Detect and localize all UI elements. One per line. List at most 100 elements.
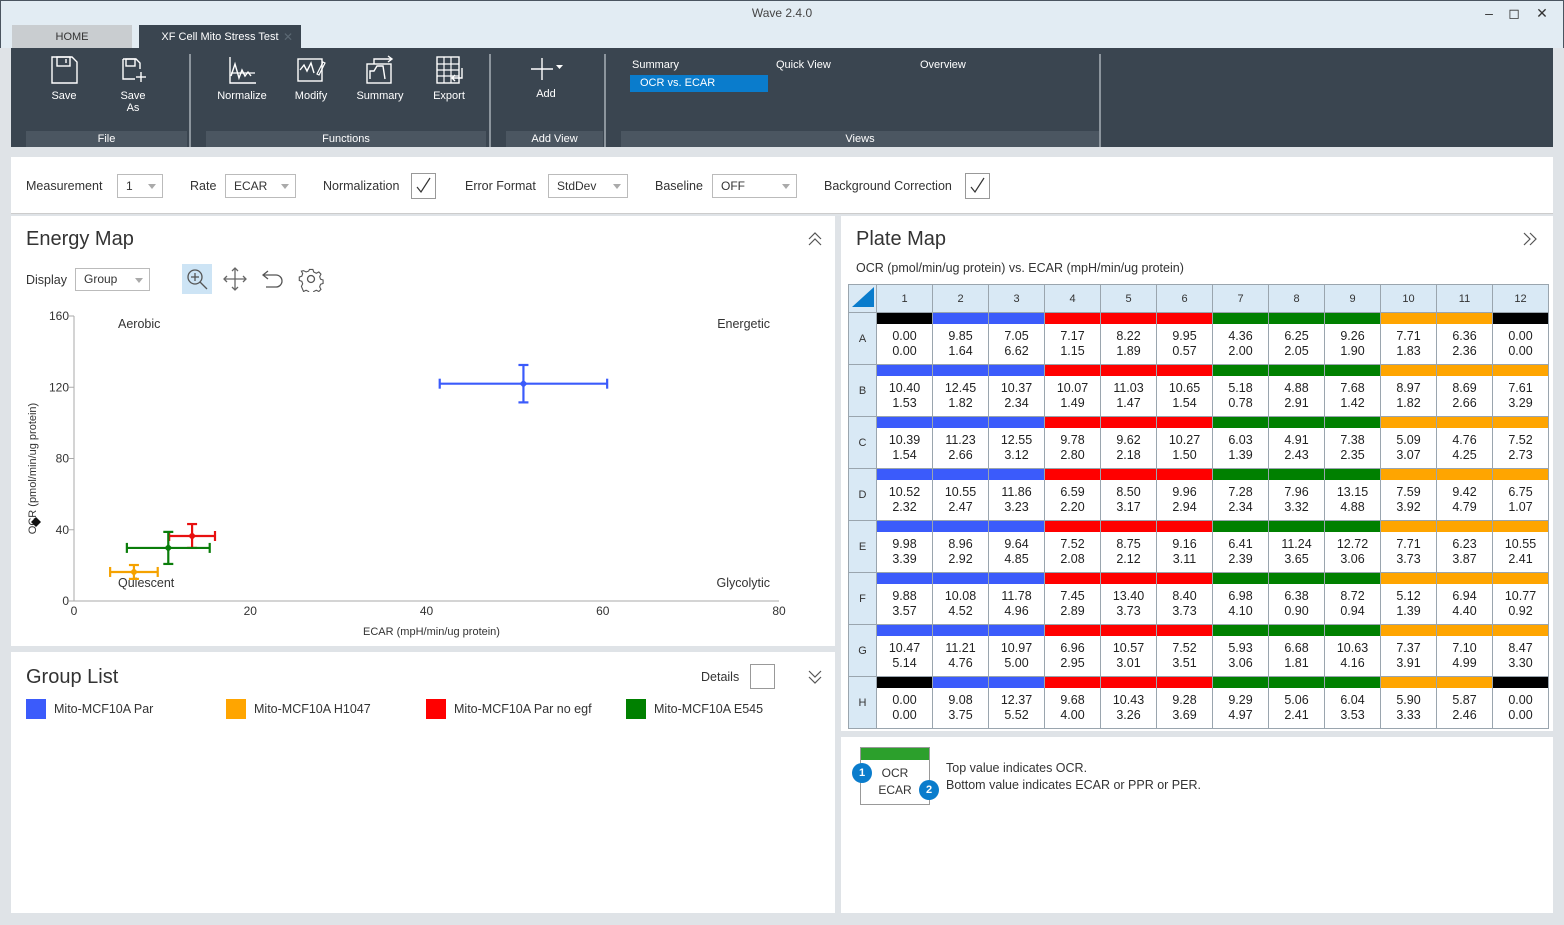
plate-well[interactable]: 9.68 4.00 <box>1044 676 1101 729</box>
plate-well[interactable]: 13.15 4.88 <box>1324 468 1381 521</box>
measurement-select[interactable]: 1 <box>117 174 163 198</box>
plate-well[interactable]: 9.08 3.75 <box>932 676 989 729</box>
plate-well[interactable]: 6.59 2.20 <box>1044 468 1101 521</box>
plate-well[interactable]: 6.68 1.81 <box>1268 624 1325 677</box>
column-header[interactable]: 3 <box>988 284 1045 313</box>
plate-well[interactable]: 6.94 4.40 <box>1436 572 1493 625</box>
group-list-item[interactable]: Mito-MCF10A Par no egf <box>426 699 592 719</box>
tab-xf-cell-mito-stress-test[interactable]: XF Cell Mito Stress Test ✕ <box>139 25 301 49</box>
column-header[interactable]: 1 <box>876 284 933 313</box>
plate-well[interactable]: 7.10 4.99 <box>1436 624 1493 677</box>
row-header[interactable]: C <box>848 416 877 469</box>
plate-well[interactable]: 10.08 4.52 <box>932 572 989 625</box>
plate-well[interactable]: 10.27 1.50 <box>1156 416 1213 469</box>
tab-home[interactable]: HOME <box>12 25 132 49</box>
plate-well[interactable]: 0.00 0.00 <box>1492 312 1549 365</box>
plate-well[interactable]: 10.40 1.53 <box>876 364 933 417</box>
plate-well[interactable]: 11.24 3.65 <box>1268 520 1325 573</box>
plate-well[interactable]: 9.85 1.64 <box>932 312 989 365</box>
plate-well[interactable]: 9.29 4.97 <box>1212 676 1269 729</box>
plate-well[interactable]: 9.16 3.11 <box>1156 520 1213 573</box>
plate-well[interactable]: 8.69 2.66 <box>1436 364 1493 417</box>
plate-well[interactable]: 9.26 1.90 <box>1324 312 1381 365</box>
plate-well[interactable]: 6.25 2.05 <box>1268 312 1325 365</box>
row-header[interactable]: G <box>848 624 877 677</box>
plate-well[interactable]: 7.52 3.51 <box>1156 624 1213 677</box>
column-header[interactable]: 8 <box>1268 284 1325 313</box>
collapse-up-icon[interactable] <box>806 230 824 253</box>
plate-well[interactable]: 8.22 1.89 <box>1100 312 1157 365</box>
plate-well[interactable]: 10.37 2.34 <box>988 364 1045 417</box>
expand-right-icon[interactable] <box>1521 230 1539 253</box>
plate-well[interactable]: 9.78 2.80 <box>1044 416 1101 469</box>
plate-well[interactable]: 7.28 2.34 <box>1212 468 1269 521</box>
zoom-in-tool[interactable] <box>182 264 212 294</box>
plate-well[interactable]: 5.12 1.39 <box>1380 572 1437 625</box>
column-header[interactable]: 2 <box>932 284 989 313</box>
row-header[interactable]: H <box>848 676 877 729</box>
plate-well[interactable]: 7.52 2.08 <box>1044 520 1101 573</box>
view-ocr-vs-ecar[interactable]: OCR vs. ECAR <box>630 75 768 92</box>
plate-well[interactable]: 7.71 3.73 <box>1380 520 1437 573</box>
plate-well[interactable]: 5.87 2.46 <box>1436 676 1493 729</box>
rate-select[interactable]: ECAR <box>225 174 296 198</box>
plate-well[interactable]: 10.55 2.47 <box>932 468 989 521</box>
plate-well[interactable]: 11.03 1.47 <box>1100 364 1157 417</box>
row-header[interactable]: A <box>848 312 877 365</box>
column-header[interactable]: 6 <box>1156 284 1213 313</box>
column-header[interactable]: 9 <box>1324 284 1381 313</box>
baseline-select[interactable]: OFF <box>712 174 797 198</box>
save-button[interactable]: Save <box>32 54 96 102</box>
plate-well[interactable]: 6.04 3.53 <box>1324 676 1381 729</box>
error-format-select[interactable]: StdDev <box>548 174 628 198</box>
plate-well[interactable]: 7.37 3.91 <box>1380 624 1437 677</box>
views-overview-header[interactable]: Overview <box>920 59 966 71</box>
plate-well[interactable]: 10.07 1.49 <box>1044 364 1101 417</box>
plate-well[interactable]: 7.61 3.29 <box>1492 364 1549 417</box>
column-header[interactable]: 5 <box>1100 284 1157 313</box>
export-button[interactable]: Export <box>417 54 481 102</box>
plate-well[interactable]: 4.76 4.25 <box>1436 416 1493 469</box>
normalization-checkbox[interactable] <box>411 173 436 199</box>
close-button[interactable]: ✕ <box>1532 5 1552 22</box>
save-as-button[interactable]: Save As <box>101 54 165 114</box>
add-view-button[interactable]: Add <box>514 54 578 100</box>
plate-well[interactable]: 9.98 3.39 <box>876 520 933 573</box>
plate-well[interactable]: 12.37 5.52 <box>988 676 1045 729</box>
plate-well[interactable]: 7.52 2.73 <box>1492 416 1549 469</box>
details-checkbox[interactable] <box>750 664 775 689</box>
plate-well[interactable]: 10.47 5.14 <box>876 624 933 677</box>
plate-well[interactable]: 8.96 2.92 <box>932 520 989 573</box>
column-header[interactable]: 11 <box>1436 284 1493 313</box>
plate-well[interactable]: 9.42 4.79 <box>1436 468 1493 521</box>
plate-well[interactable]: 10.97 5.00 <box>988 624 1045 677</box>
row-header[interactable]: D <box>848 468 877 521</box>
plate-well[interactable]: 9.96 2.94 <box>1156 468 1213 521</box>
plate-well[interactable]: 5.90 3.33 <box>1380 676 1437 729</box>
plate-well[interactable]: 4.88 2.91 <box>1268 364 1325 417</box>
column-header[interactable]: 12 <box>1492 284 1549 313</box>
plate-well[interactable]: 5.09 3.07 <box>1380 416 1437 469</box>
group-list-item[interactable]: Mito-MCF10A E545 <box>626 699 763 719</box>
plate-well[interactable]: 6.41 2.39 <box>1212 520 1269 573</box>
plate-well[interactable]: 4.91 2.43 <box>1268 416 1325 469</box>
plate-well[interactable]: 7.68 1.42 <box>1324 364 1381 417</box>
expand-down-icon[interactable] <box>806 668 824 691</box>
plate-well[interactable]: 5.18 0.78 <box>1212 364 1269 417</box>
plate-well[interactable]: 7.59 3.92 <box>1380 468 1437 521</box>
minimize-button[interactable]: – <box>1479 5 1499 21</box>
plate-well[interactable]: 7.96 3.32 <box>1268 468 1325 521</box>
plate-well[interactable]: 9.28 3.69 <box>1156 676 1213 729</box>
plate-well[interactable]: 0.00 0.00 <box>1492 676 1549 729</box>
row-header[interactable]: E <box>848 520 877 573</box>
plate-well[interactable]: 8.97 1.82 <box>1380 364 1437 417</box>
plate-well[interactable]: 8.72 0.94 <box>1324 572 1381 625</box>
plate-well[interactable]: 8.75 2.12 <box>1100 520 1157 573</box>
plate-well[interactable]: 13.40 3.73 <box>1100 572 1157 625</box>
plate-well[interactable]: 12.55 3.12 <box>988 416 1045 469</box>
plate-well[interactable]: 10.63 4.16 <box>1324 624 1381 677</box>
maximize-button[interactable]: ◻ <box>1504 5 1524 22</box>
plate-well[interactable]: 8.47 3.30 <box>1492 624 1549 677</box>
pan-tool[interactable] <box>220 264 250 294</box>
plate-well[interactable]: 10.55 2.41 <box>1492 520 1549 573</box>
